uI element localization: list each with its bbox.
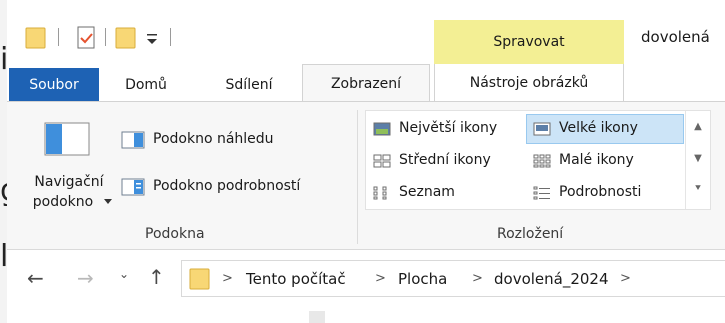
scroll-indicator bbox=[309, 311, 325, 323]
back-arrow-icon[interactable]: ← bbox=[27, 266, 44, 290]
forward-arrow-icon[interactable]: → bbox=[77, 266, 94, 290]
background-glyph: i bbox=[0, 45, 7, 75]
background-glyph: l bbox=[0, 242, 7, 272]
extra-large-icons-icon bbox=[373, 122, 391, 136]
customize-toolbar-icon[interactable] bbox=[145, 32, 159, 46]
scroll-up-icon[interactable]: ▲ bbox=[686, 121, 710, 132]
tab-picture-tools[interactable]: Nástroje obrázků bbox=[434, 64, 624, 102]
layout-details[interactable]: Podrobnosti bbox=[559, 184, 641, 200]
medium-icons-icon bbox=[373, 154, 391, 168]
breadcrumb-separator-icon[interactable]: > bbox=[472, 271, 483, 286]
layout-gallery-scroller[interactable]: ▲ ▼ ⯆ bbox=[685, 111, 710, 209]
navigation-pane-label[interactable]: podokno bbox=[22, 194, 104, 210]
preview-pane-button[interactable]: Podokno náhledu bbox=[153, 131, 274, 147]
toolbar-divider bbox=[170, 28, 171, 46]
toolbar-divider bbox=[58, 28, 59, 46]
dropdown-arrow-icon[interactable] bbox=[104, 199, 113, 205]
folder-icon bbox=[189, 268, 210, 290]
details-pane-icon bbox=[121, 178, 145, 196]
breadcrumb-item[interactable]: Plocha bbox=[398, 270, 447, 288]
gallery-expand-icon[interactable]: ⯆ bbox=[686, 183, 710, 194]
navigation-pane-label[interactable]: Navigační bbox=[22, 174, 116, 190]
breadcrumb-item[interactable]: dovolená_2024 bbox=[494, 270, 609, 288]
recent-locations-chevron-icon[interactable]: ⌄ bbox=[119, 267, 129, 281]
new-folder-icon[interactable] bbox=[115, 26, 137, 50]
tab-share[interactable]: Sdílení bbox=[199, 68, 299, 102]
group-label-layout: Rozložení bbox=[497, 226, 564, 242]
toolbar-divider bbox=[105, 28, 106, 46]
breadcrumb-separator-icon[interactable]: > bbox=[222, 271, 233, 286]
scroll-down-icon[interactable]: ▼ bbox=[686, 153, 710, 164]
tab-view[interactable]: Zobrazení bbox=[302, 64, 430, 102]
file-explorer-window: Spravovat dovolená Soubor Domů Sdílení Z… bbox=[7, 14, 725, 323]
layout-extra-large-icons[interactable]: Největší ikony bbox=[399, 120, 497, 136]
breadcrumb-separator-icon[interactable]: > bbox=[375, 271, 386, 286]
up-arrow-icon[interactable]: ↑ bbox=[148, 265, 165, 289]
folder-icon[interactable] bbox=[25, 26, 47, 50]
contextual-group-label: Spravovat bbox=[493, 34, 565, 50]
details-icon bbox=[533, 186, 550, 200]
large-icons-icon bbox=[533, 122, 551, 136]
properties-icon[interactable] bbox=[77, 26, 97, 50]
breadcrumb-separator-icon[interactable]: > bbox=[620, 271, 631, 286]
list-icon bbox=[373, 186, 387, 200]
small-icons-icon bbox=[533, 154, 551, 168]
window-title: dovolená bbox=[641, 28, 710, 46]
layout-small-icons[interactable]: Malé ikony bbox=[559, 152, 634, 168]
layout-medium-icons[interactable]: Střední ikony bbox=[399, 152, 491, 168]
details-pane-button[interactable]: Podokno podrobností bbox=[153, 178, 300, 194]
layout-list[interactable]: Seznam bbox=[399, 184, 455, 200]
background-glyph: g bbox=[0, 176, 7, 206]
tab-file[interactable]: Soubor bbox=[9, 68, 99, 102]
navigation-pane-icon bbox=[44, 122, 90, 156]
breadcrumb-item[interactable]: Tento počítač bbox=[246, 270, 346, 288]
tab-home[interactable]: Domů bbox=[103, 68, 189, 102]
group-label-panes: Podokna bbox=[145, 226, 205, 242]
group-divider bbox=[357, 110, 358, 244]
layout-large-icons[interactable]: Velké ikony bbox=[559, 120, 638, 136]
preview-pane-icon bbox=[121, 131, 145, 149]
